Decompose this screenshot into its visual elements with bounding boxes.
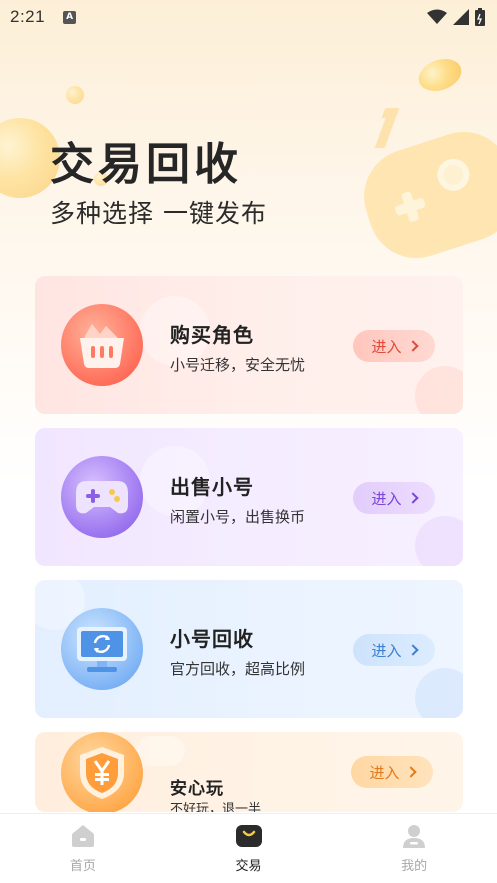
sell-account-card[interactable]: 出售小号 闲置小号，出售换币 进入: [35, 428, 463, 566]
chevron-right-icon: [406, 340, 419, 352]
user-icon: [399, 823, 429, 849]
card-title: 出售小号: [170, 475, 254, 499]
card-title: 安心玩: [170, 779, 224, 799]
coin-decoration: [66, 86, 84, 104]
wifi-icon: [427, 9, 447, 24]
basket-icon: [61, 304, 143, 386]
page-subtitle: 多种选择 一键发布: [50, 199, 267, 228]
safe-play-enter-button[interactable]: 进入: [351, 756, 433, 788]
signal-icon: [453, 9, 469, 25]
nav-item-trade[interactable]: 交易: [166, 814, 332, 883]
buy-role-card[interactable]: 购买角色 小号迁移，安全无忧 进入: [35, 276, 463, 414]
nav-item-mine[interactable]: 我的: [331, 814, 497, 883]
bubble-decoration: [415, 516, 463, 566]
a-badge-icon: A: [63, 10, 77, 24]
gamepad-icon: [61, 456, 143, 538]
buy-role-enter-button[interactable]: 进入: [353, 330, 435, 362]
bubble-decoration: [415, 366, 463, 414]
safe-play-card[interactable]: 安心玩 不好玩，退一半 进入: [35, 732, 463, 812]
nav-label: 我的: [401, 859, 428, 874]
monitor-recycle-icon: [61, 608, 143, 690]
status-bar: 2:21 A: [0, 0, 497, 34]
yuan-shield-icon: [61, 732, 143, 812]
nav-label: 首页: [69, 859, 96, 874]
home-icon: [68, 823, 98, 849]
chevron-right-icon: [406, 644, 419, 656]
bubble-decoration: [135, 736, 185, 766]
account-recycle-card[interactable]: 小号回收 官方回收，超高比例 进入: [35, 580, 463, 718]
card-title: 购买角色: [170, 323, 254, 347]
enter-label: 进入: [369, 763, 400, 782]
sell-account-enter-button[interactable]: 进入: [353, 482, 435, 514]
chevron-right-icon: [404, 766, 417, 778]
card-description: 闲置小号，出售换币: [170, 508, 306, 526]
status-time: 2:21: [10, 7, 46, 26]
battery-icon: [475, 8, 485, 26]
card-description: 官方回收，超高比例: [170, 660, 306, 678]
page-title: 交易回收: [50, 139, 242, 190]
chevron-right-icon: [406, 492, 419, 504]
bag-icon: [234, 823, 264, 849]
nav-item-home[interactable]: 首页: [0, 814, 166, 883]
bottom-navigation: 首页 交易 我的: [0, 813, 497, 883]
enter-label: 进入: [371, 489, 402, 508]
enter-label: 进入: [371, 641, 402, 660]
nav-label: 交易: [235, 859, 262, 874]
card-title: 小号回收: [170, 627, 254, 651]
card-description: 小号迁移，安全无忧: [170, 356, 306, 374]
status-icons: [427, 8, 485, 26]
account-recycle-enter-button[interactable]: 进入: [353, 634, 435, 666]
card-description: 不好玩，退一半: [170, 802, 262, 812]
enter-label: 进入: [371, 337, 402, 356]
bubble-decoration: [415, 668, 463, 718]
